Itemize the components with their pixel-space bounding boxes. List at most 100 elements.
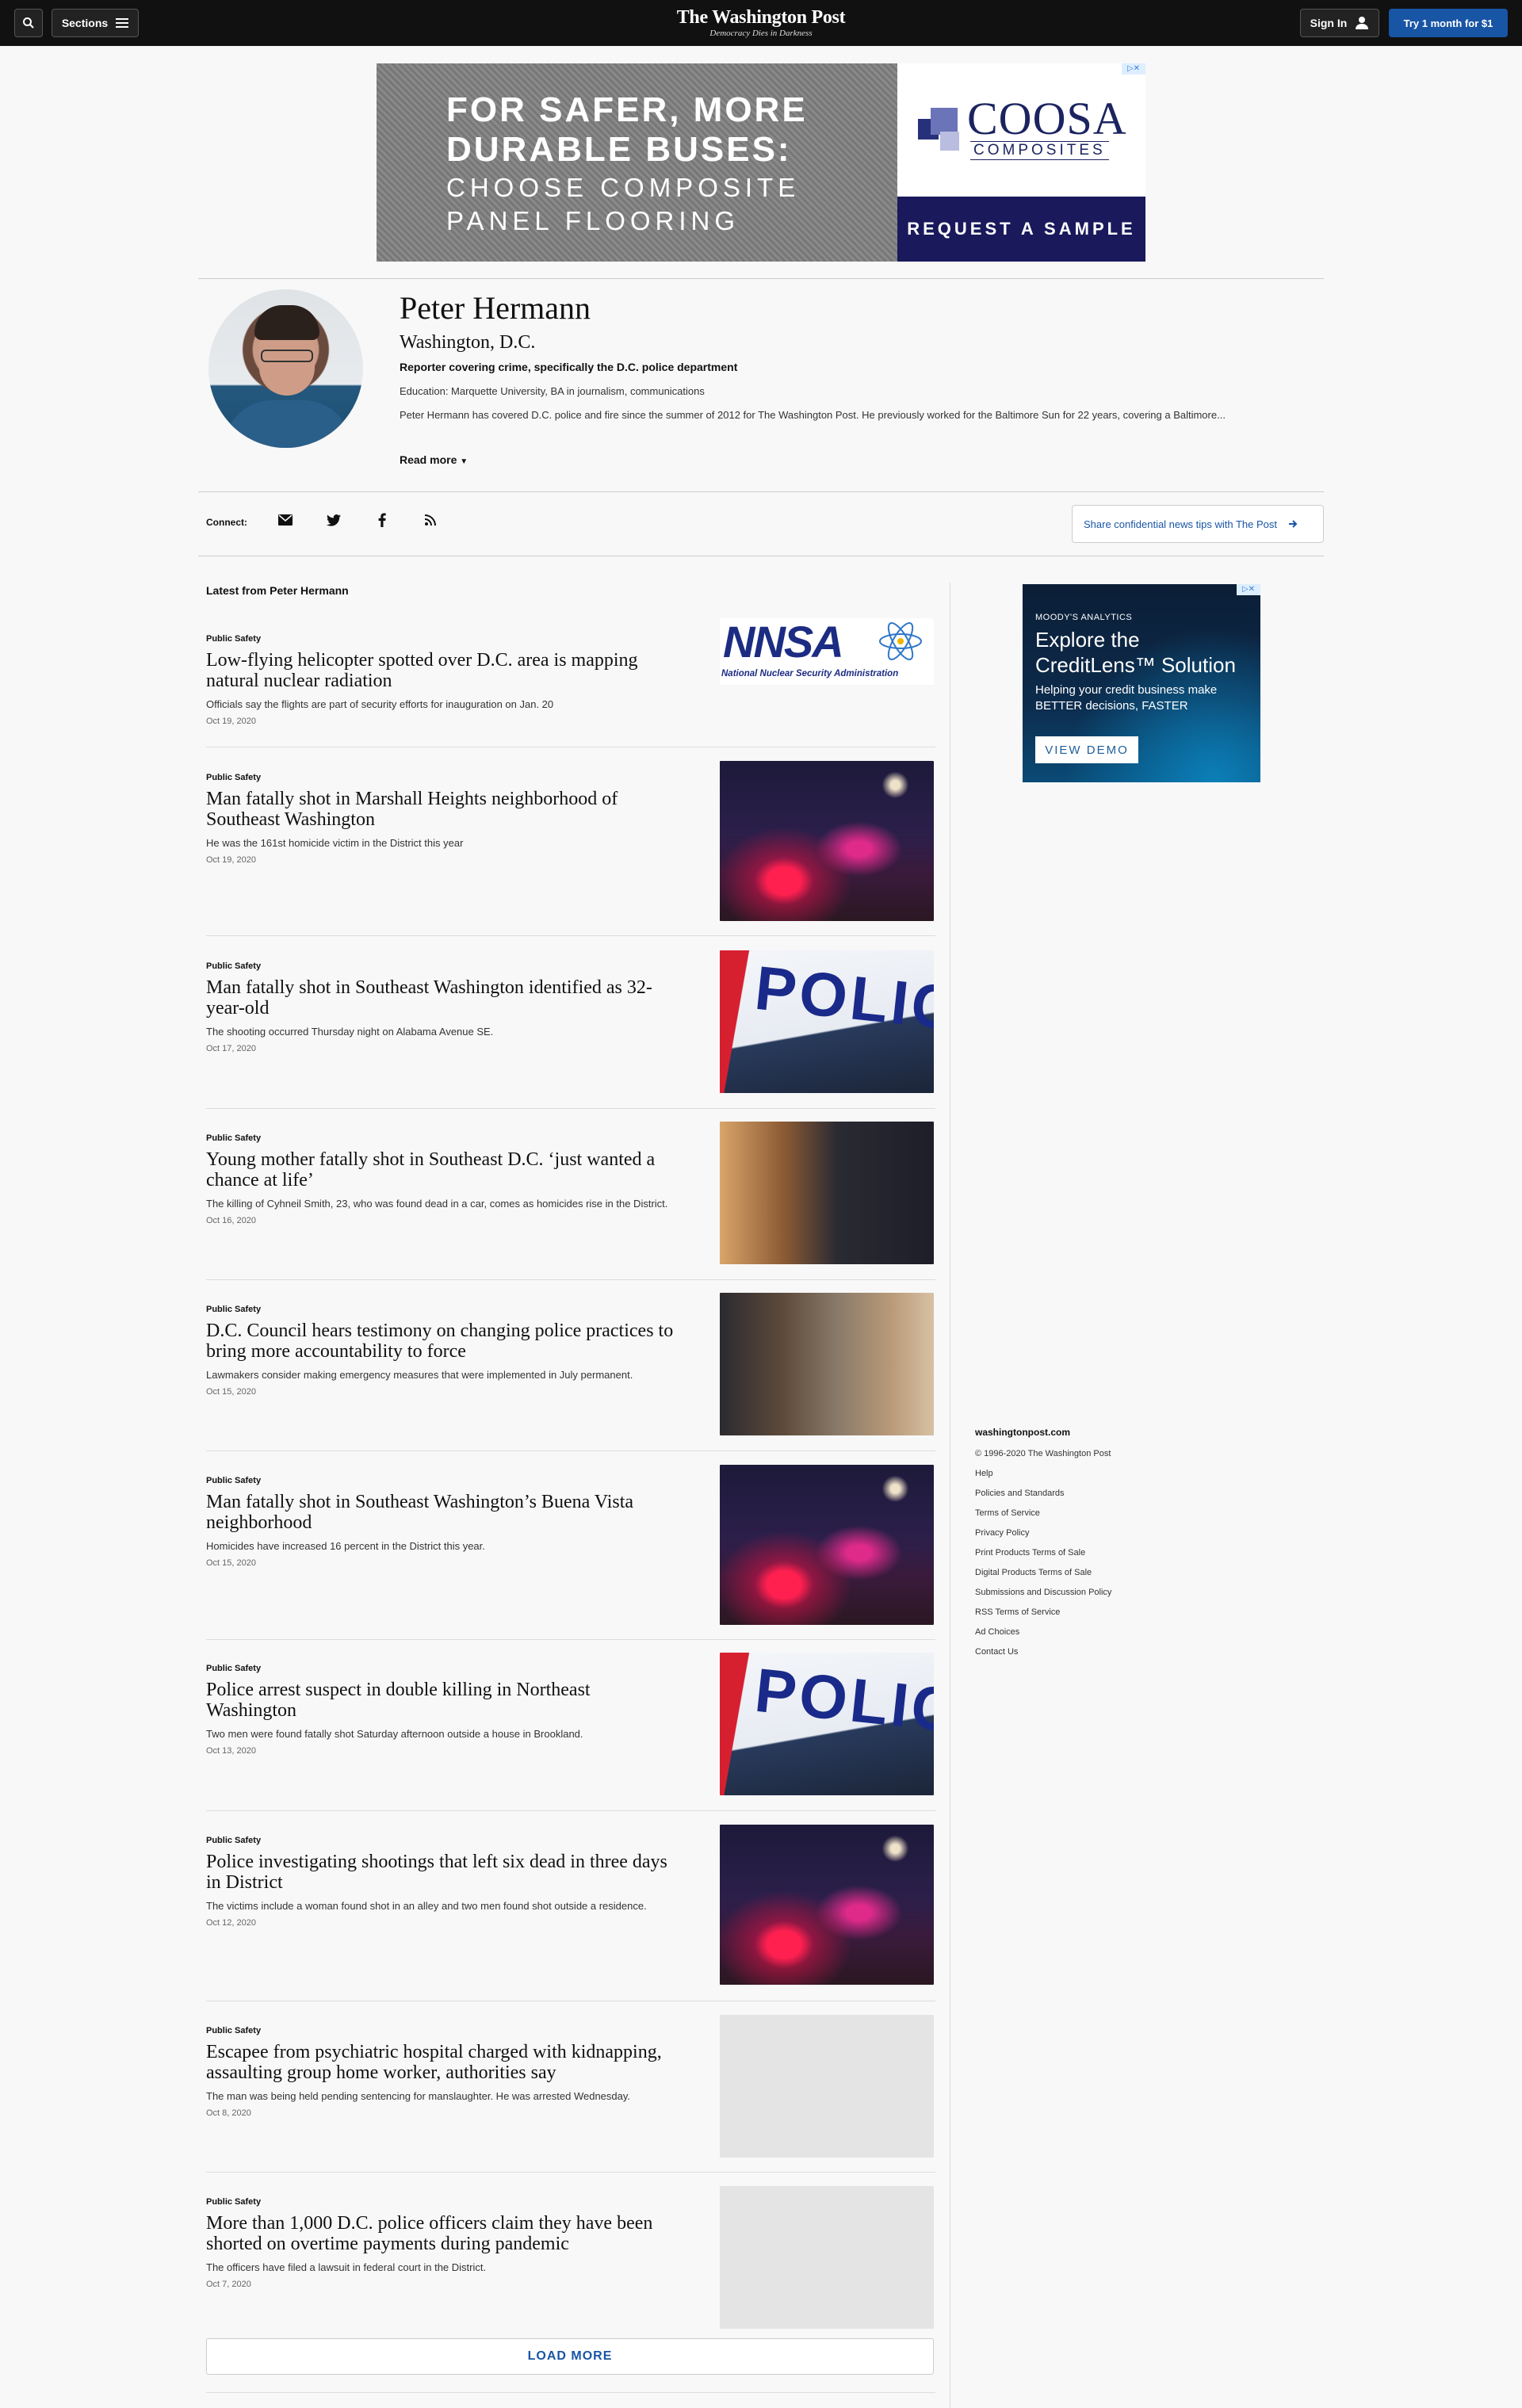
article-thumbnail[interactable]: [720, 1122, 934, 1264]
article-item[interactable]: Public Safety Police arrest suspect in d…: [206, 1653, 935, 1795]
article-item[interactable]: Public Safety Low-flying helicopter spot…: [206, 618, 935, 726]
author-bio: Peter Hermann has covered D.C. police an…: [400, 409, 1226, 421]
article-headline[interactable]: More than 1,000 D.C. police officers cla…: [206, 2213, 682, 2254]
article-thumbnail[interactable]: [720, 1293, 934, 1435]
article-headline[interactable]: Young mother fatally shot in Southeast D…: [206, 1149, 682, 1191]
twitter-link[interactable]: [324, 510, 343, 529]
footer-link-print-terms[interactable]: Print Products Terms of Sale: [975, 1543, 1111, 1563]
article-headline[interactable]: Police investigating shootings that left…: [206, 1852, 682, 1893]
article-headline[interactable]: Man fatally shot in Southeast Washington…: [206, 977, 682, 1019]
article-blurb: He was the 161st homicide victim in the …: [206, 837, 464, 849]
divider: [198, 278, 1324, 279]
footer-link-terms[interactable]: Terms of Service: [975, 1504, 1111, 1523]
nnsa-caption: National Nuclear Security Administration: [721, 669, 899, 678]
article-blurb: The victims include a woman found shot i…: [206, 1900, 647, 1912]
article-item[interactable]: Public Safety Man fatally shot in Marsha…: [206, 761, 935, 921]
envelope-icon: [278, 514, 293, 526]
logo-tagline: Democracy Dies in Darkness: [709, 29, 813, 38]
news-tips-button[interactable]: Share confidential news tips with The Po…: [1072, 505, 1324, 543]
footer-link-contact[interactable]: Contact Us: [975, 1642, 1111, 1662]
article-headline[interactable]: Man fatally shot in Southeast Washington…: [206, 1492, 682, 1533]
ad-brand-subtitle: COMPOSITES: [970, 141, 1109, 160]
news-tips-label: Share confidential news tips with The Po…: [1084, 518, 1278, 530]
article-thumbnail[interactable]: [720, 761, 934, 921]
banner-advertisement[interactable]: FOR SAFER, MORE DURABLE BUSES: CHOOSE CO…: [377, 63, 1145, 262]
footer-link-policies[interactable]: Policies and Standards: [975, 1484, 1111, 1504]
article-thumbnail[interactable]: POLICE: [720, 950, 934, 1093]
ad-choices-icon[interactable]: ▷✕: [1237, 584, 1260, 595]
article-item[interactable]: Public Safety Escapee from psychiatric h…: [206, 2015, 935, 2158]
article-blurb: The killing of Cyhneil Smith, 23, who wa…: [206, 1198, 668, 1210]
divider: [198, 491, 1324, 492]
article-divider: [206, 2172, 935, 2173]
article-blurb: The man was being held pending sentencin…: [206, 2090, 631, 2102]
subscribe-button[interactable]: Try 1 month for $1: [1389, 9, 1508, 37]
user-icon: [1356, 17, 1369, 29]
footer-link-submissions[interactable]: Submissions and Discussion Policy: [975, 1583, 1111, 1603]
footer-site-name[interactable]: washingtonpost.com: [975, 1427, 1111, 1438]
footer-link-rss-terms[interactable]: RSS Terms of Service: [975, 1603, 1111, 1623]
author-education: Education: Marquette University, BA in j…: [400, 385, 705, 397]
footer-link-ad-choices[interactable]: Ad Choices: [975, 1623, 1111, 1642]
read-more-button[interactable]: Read more ▼: [400, 453, 468, 466]
read-more-label: Read more: [400, 453, 457, 466]
author-avatar: [208, 289, 363, 448]
nnsa-logo-text: NNSA: [723, 618, 844, 667]
article-date: Oct 19, 2020: [206, 717, 256, 726]
facebook-link[interactable]: [373, 510, 392, 529]
article-headline[interactable]: Escapee from psychiatric hospital charge…: [206, 2042, 682, 2083]
footer-link-privacy[interactable]: Privacy Policy: [975, 1523, 1111, 1543]
search-button[interactable]: [14, 9, 43, 37]
load-more-button[interactable]: LOAD MORE: [206, 2338, 934, 2375]
arrow-right-icon: [1289, 520, 1298, 528]
article-thumbnail[interactable]: NNSA National Nuclear Security Administr…: [720, 618, 934, 685]
article-divider: [206, 1810, 935, 1811]
sign-in-button[interactable]: Sign In: [1300, 9, 1379, 37]
footer-links: washingtonpost.com © 1996-2020 The Washi…: [975, 1427, 1111, 1662]
side-ad-title-pre: Explore the: [1035, 628, 1140, 652]
logo-wordmark: The Washington Post: [676, 7, 846, 28]
article-item[interactable]: Public Safety D.C. Council hears testimo…: [206, 1293, 935, 1435]
article-item[interactable]: Public Safety Young mother fatally shot …: [206, 1122, 935, 1264]
ad-choices-icon[interactable]: ▷✕: [1122, 63, 1145, 75]
article-headline[interactable]: D.C. Council hears testimony on changing…: [206, 1321, 682, 1362]
article-divider: [206, 1639, 935, 1640]
ad-brand-name: COOSA: [967, 93, 1127, 144]
article-divider: [206, 1279, 935, 1280]
article-item[interactable]: Public Safety Man fatally shot in Southe…: [206, 950, 935, 1093]
site-logo[interactable]: The Washington Post Democracy Dies in Da…: [602, 6, 920, 38]
author-name: Peter Hermann: [400, 290, 591, 326]
article-thumbnail[interactable]: POLICE: [720, 1653, 934, 1795]
ad-image-panel: FOR SAFER, MORE DURABLE BUSES: CHOOSE CO…: [377, 63, 897, 262]
email-link[interactable]: [276, 510, 295, 529]
footer-link-digital-terms[interactable]: Digital Products Terms of Sale: [975, 1563, 1111, 1583]
article-item[interactable]: Public Safety More than 1,000 D.C. polic…: [206, 2186, 935, 2329]
article-headline[interactable]: Police arrest suspect in double killing …: [206, 1680, 682, 1721]
police-car-lettering: POLICE: [751, 952, 934, 1049]
article-headline[interactable]: Low-flying helicopter spotted over D.C. …: [206, 650, 682, 691]
caret-down-icon: ▼: [460, 457, 468, 466]
search-icon: [23, 17, 34, 29]
article-item[interactable]: Public Safety Police investigating shoot…: [206, 1825, 935, 1985]
article-blurb: Lawmakers consider making emergency meas…: [206, 1369, 633, 1381]
article-divider: [206, 935, 935, 936]
ad-headline-4: PANEL FLOORING: [446, 206, 740, 235]
ad-headline-1: FOR SAFER, MORE: [446, 90, 808, 129]
article-thumbnail-placeholder: [720, 2015, 934, 2158]
sidebar-advertisement[interactable]: MOODY'S ANALYTICS Explore the CreditLens…: [1023, 584, 1260, 782]
footer-link-help[interactable]: Help: [975, 1464, 1111, 1484]
article-thumbnail[interactable]: [720, 1825, 934, 1985]
sections-button[interactable]: Sections: [52, 9, 139, 37]
ad-cta-button[interactable]: REQUEST A SAMPLE: [897, 197, 1145, 262]
side-ad-cta-button[interactable]: VIEW DEMO: [1035, 736, 1138, 763]
side-ad-title: CreditLens™ Solution: [1035, 653, 1236, 677]
article-divider: [206, 1108, 935, 1109]
footer-copyright: © 1996-2020 The Washington Post: [975, 1449, 1111, 1458]
article-thumbnail[interactable]: [720, 1465, 934, 1625]
side-ad-brand: MOODY'S ANALYTICS: [1035, 613, 1133, 622]
article-item[interactable]: Public Safety Man fatally shot in Southe…: [206, 1465, 935, 1625]
top-navigation-bar: Sections The Washington Post Democracy D…: [0, 0, 1522, 46]
article-headline[interactable]: Man fatally shot in Marshall Heights nei…: [206, 789, 682, 830]
rss-link[interactable]: [421, 510, 440, 529]
menu-icon: [116, 18, 129, 28]
